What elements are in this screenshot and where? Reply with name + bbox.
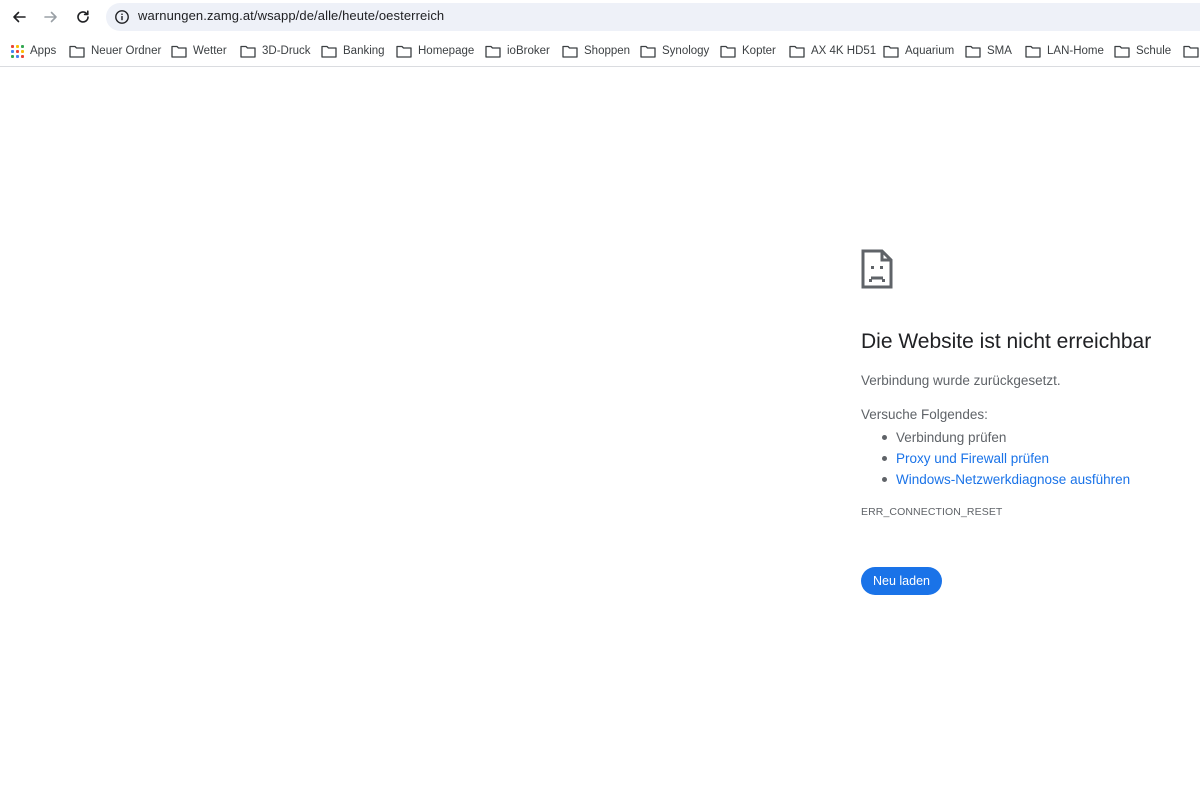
suggestion-check-proxy: Proxy und Firewall prüfen (861, 448, 1130, 469)
suggestion-network-diagnostics: Windows-Netzwerkdiagnose ausführen (861, 469, 1130, 490)
bookmark-label: Neuer Ordner (91, 45, 162, 57)
bookmarks-bar: Apps Neuer Ordner Wetter 3D-Druck Banking Ho… (0, 36, 1200, 67)
bookmark-folder[interactable]: Kopter (720, 41, 776, 61)
address-bar[interactable]: warnungen.zamg.at/wsapp/de/alle/heute/oe… (106, 3, 1200, 31)
bookmark-folder[interactable]: AX 4K HD51 (789, 41, 876, 61)
reload-page-button[interactable]: Neu laden (861, 567, 942, 595)
error-subtext: Verbindung wurde zurückgesetzt. (861, 373, 1061, 388)
browser-toolbar: warnungen.zamg.at/wsapp/de/alle/heute/oe… (0, 0, 1200, 34)
apps-grid-icon (11, 44, 24, 58)
folder-icon (640, 45, 656, 58)
url-text[interactable]: warnungen.zamg.at/wsapp/de/alle/heute/oe… (138, 8, 444, 23)
bookmark-folder[interactable]: Homepage (396, 41, 474, 61)
error-headline: Die Website ist nicht erreichbar (861, 330, 1152, 353)
bookmark-folder[interactable]: 3D-Druck (240, 41, 311, 61)
reload-icon (77, 10, 89, 23)
bookmark-label: SMA (987, 45, 1012, 57)
folder-icon (1183, 45, 1199, 58)
bookmark-folder[interactable]: Aquarium (883, 41, 954, 61)
folder-icon (562, 45, 578, 58)
bookmark-folder[interactable]: SMA (965, 41, 1012, 61)
bookmark-folder-overflow[interactable] (1183, 41, 1200, 61)
site-info-icon[interactable] (114, 9, 130, 25)
bookmark-folder[interactable]: LAN-Home (1025, 41, 1104, 61)
back-icon (13, 11, 26, 23)
network-diagnostics-link[interactable]: Windows-Netzwerkdiagnose ausführen (896, 472, 1130, 487)
bookmark-folder[interactable]: ioBroker (485, 41, 550, 61)
proxy-firewall-link[interactable]: Proxy und Firewall prüfen (896, 451, 1049, 466)
folder-icon (789, 45, 805, 58)
bookmark-folder[interactable]: Banking (321, 41, 385, 61)
suggestion-text: Verbindung prüfen (896, 430, 1007, 445)
forward-icon (44, 11, 57, 23)
suggestions-label: Versuche Folgendes: (861, 407, 988, 422)
bookmark-folder[interactable]: Shoppen (562, 41, 630, 61)
folder-icon (485, 45, 501, 58)
folder-icon (171, 45, 187, 58)
bookmark-folder[interactable]: Wetter (171, 41, 227, 61)
bullet-icon (882, 477, 887, 482)
bookmark-folder[interactable]: Synology (640, 41, 709, 61)
folder-icon (720, 45, 736, 58)
folder-icon (1114, 45, 1130, 58)
error-code: ERR_CONNECTION_RESET (861, 506, 1003, 518)
back-button[interactable] (6, 4, 32, 30)
sad-page-icon (861, 249, 893, 289)
folder-icon (240, 45, 256, 58)
bullet-icon (882, 456, 887, 461)
bookmark-label: 3D-Druck (262, 45, 311, 57)
bookmark-label: AX 4K HD51 (811, 45, 877, 57)
folder-icon (321, 45, 337, 58)
reload-button[interactable] (70, 4, 96, 30)
folder-icon (883, 45, 899, 58)
bookmark-label: Synology (662, 45, 710, 57)
forward-button[interactable] (38, 4, 64, 30)
bookmark-label: Kopter (742, 45, 776, 57)
bookmark-label: Aquarium (905, 45, 955, 57)
bookmark-label: LAN-Home (1047, 45, 1104, 57)
bookmark-label: Homepage (418, 45, 475, 57)
bookmark-label: Banking (343, 45, 385, 57)
bookmark-label: Wetter (193, 45, 227, 57)
bookmark-label: Apps (30, 45, 57, 57)
bookmark-folder[interactable]: Schule (1114, 41, 1171, 61)
bookmark-label: Shoppen (584, 45, 631, 57)
bookmark-label: ioBroker (507, 45, 550, 57)
bullet-icon (882, 435, 887, 440)
suggestions-list: Verbindung prüfen Proxy und Firewall prü… (861, 427, 1130, 490)
folder-icon (965, 45, 981, 58)
folder-icon (1025, 45, 1041, 58)
folder-icon (69, 45, 85, 58)
suggestion-check-connection: Verbindung prüfen (861, 427, 1130, 448)
bookmark-label: Schule (1136, 45, 1172, 57)
folder-icon (396, 45, 412, 58)
bookmark-folder[interactable]: Neuer Ordner (69, 41, 161, 61)
bookmark-apps[interactable]: Apps (11, 41, 56, 61)
